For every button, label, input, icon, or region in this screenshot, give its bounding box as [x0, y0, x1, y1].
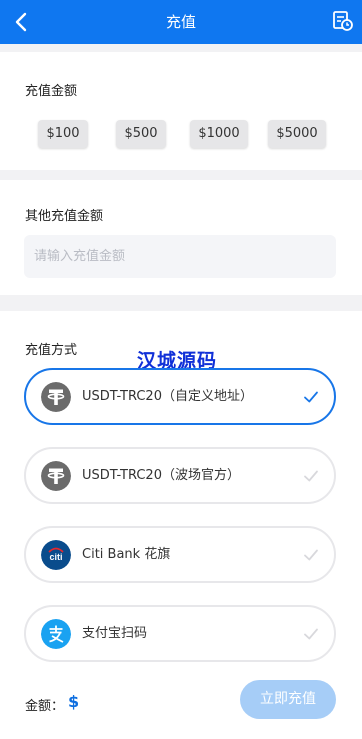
svg-text:citi: citi	[49, 552, 62, 562]
page-title: 充值	[165, 13, 196, 31]
recharge-amount-section: 充值金额 $100 $500 $1000 $5000	[0, 52, 362, 170]
amount-option-1000[interactable]: $1000	[190, 120, 248, 148]
payment-method-label: Citi Bank 花旗	[82, 547, 171, 562]
payment-method-section: 充值方式 汉城源码 USDT-TRC20（自定义地址） USDT-TRC20（波…	[0, 311, 362, 739]
amount-option-5000[interactable]: $5000	[268, 120, 326, 148]
amount-option-100[interactable]: $100	[38, 120, 88, 148]
tether-icon	[41, 461, 71, 491]
payment-method-label: USDT-TRC20（自定义地址）	[82, 389, 253, 404]
payment-method-label: 支付宝扫码	[82, 626, 148, 641]
payment-method-alipay[interactable]: 支付宝扫码	[24, 605, 336, 662]
payment-method-label: USDT-TRC20（波场官方）	[82, 468, 240, 483]
receipt-clock-icon[interactable]	[332, 10, 354, 32]
other-amount-title: 其他充值金额	[25, 209, 104, 224]
header-bar: 充值	[0, 0, 362, 44]
checkmark-icon	[304, 628, 318, 640]
tether-icon	[41, 382, 71, 412]
amount-option-500[interactable]: $500	[116, 120, 166, 148]
checkmark-icon	[304, 470, 318, 482]
payment-method-citibank[interactable]: citi Citi Bank 花旗	[24, 526, 336, 583]
payment-method-usdt-tron[interactable]: USDT-TRC20（波场官方）	[24, 447, 336, 504]
submit-recharge-button[interactable]: 立即充值	[240, 680, 336, 719]
payment-method-title: 充值方式	[25, 343, 78, 358]
total-amount-label: 金额：	[25, 699, 65, 714]
citi-icon: citi	[41, 540, 71, 570]
alipay-icon	[41, 619, 71, 649]
total-amount-currency: $	[68, 692, 80, 711]
custom-amount-input[interactable]	[24, 235, 336, 278]
checkmark-icon	[304, 549, 318, 561]
checkmark-icon	[304, 391, 318, 403]
payment-method-usdt-custom[interactable]: USDT-TRC20（自定义地址）	[24, 368, 336, 425]
other-amount-section: 其他充值金额	[0, 180, 362, 295]
recharge-amount-title: 充值金额	[25, 84, 78, 99]
